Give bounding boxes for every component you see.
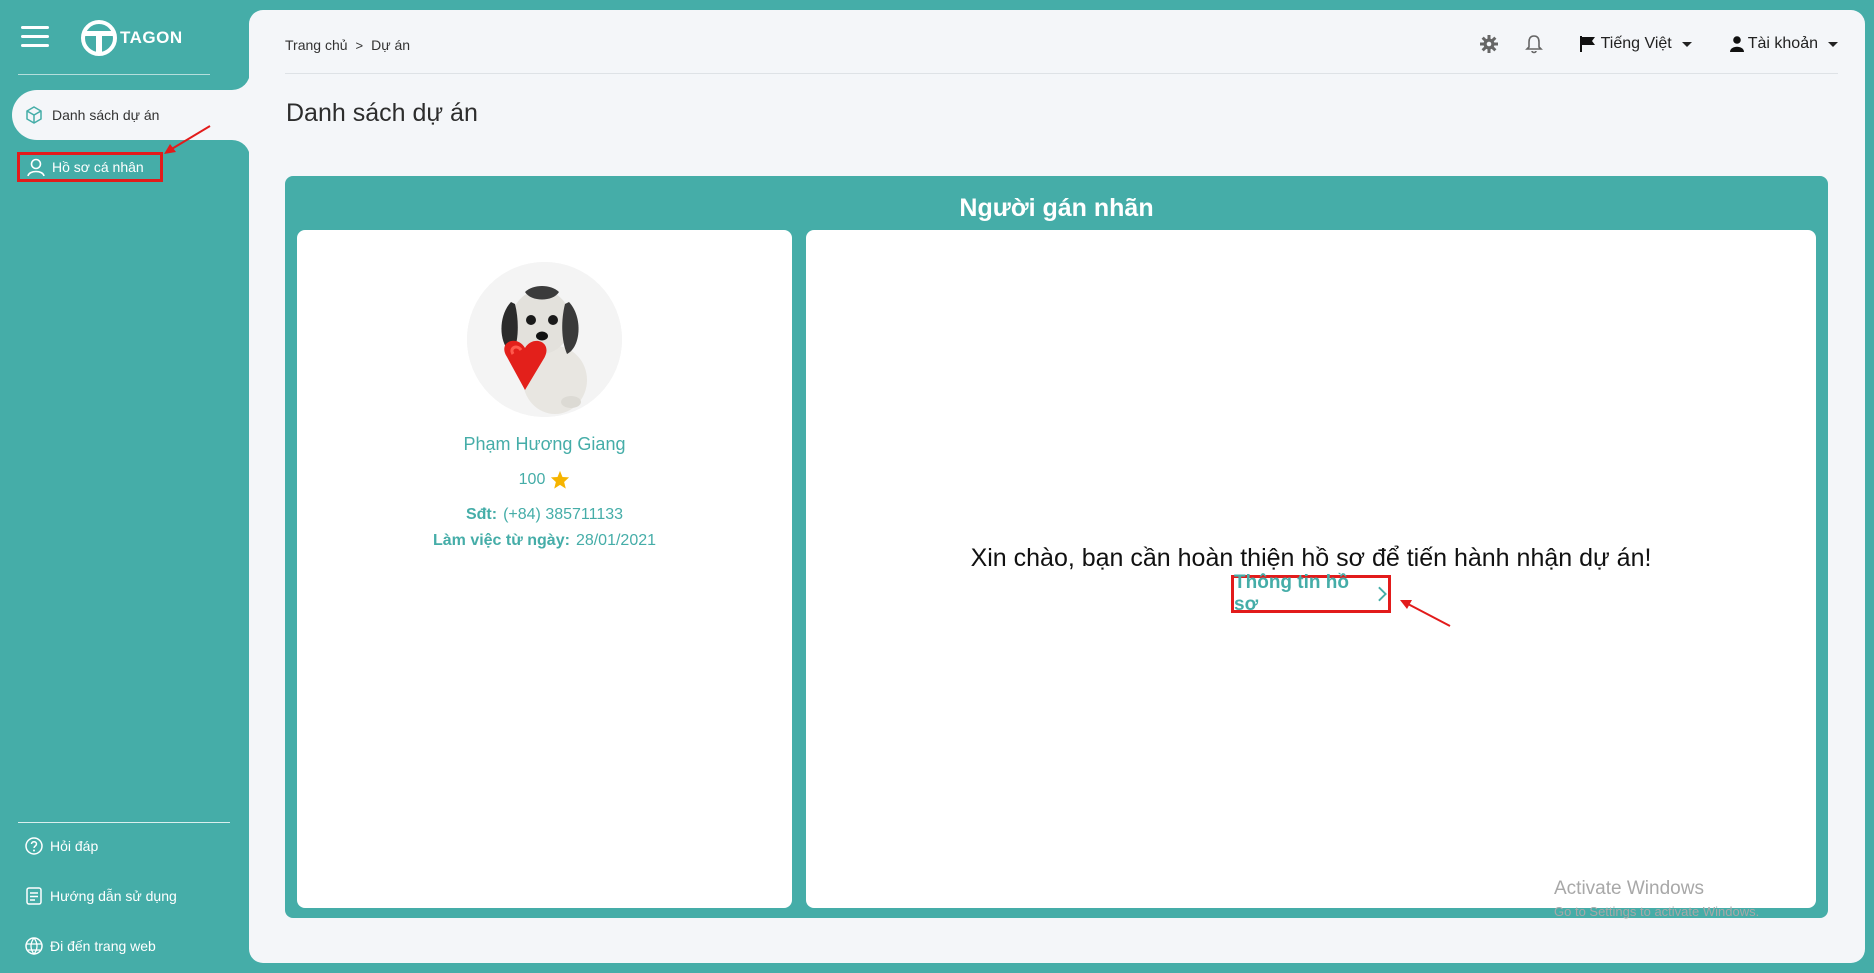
since-value: 28/01/2021: [575, 532, 657, 549]
profile-score: 100: [297, 470, 792, 489]
profile-phone-row: Sđt: (+84) 385711133: [297, 506, 792, 524]
globe-icon: [25, 937, 43, 956]
sidebar-footer-label: Hướng dẫn sử dụng: [50, 888, 177, 904]
annotation-arrow-sidebar: [164, 125, 211, 154]
top-right-controls: Tiếng Việt Tài khoản: [1479, 34, 1838, 54]
sidebar-item-website[interactable]: Đi đến trang web: [24, 936, 156, 956]
nav-curve-bottom: [210, 140, 250, 160]
sidebar-divider: [18, 822, 230, 823]
windows-activation-watermark: Activate Windows Go to Settings to activ…: [1554, 878, 1759, 919]
phone-value: (+84) 385711133: [503, 506, 624, 523]
page-title: Danh sách dự án: [286, 99, 478, 127]
labeler-card: Người gán nhãn Phạm Hương Giang 100 Sđt:…: [285, 176, 1828, 918]
sidebar-item-label: Danh sách dự án: [52, 107, 160, 123]
score-value: 100: [518, 470, 546, 488]
phone-label: Sđt:: [465, 506, 498, 523]
language-label: Tiếng Việt: [1600, 35, 1672, 52]
sidebar-item-user-guide[interactable]: Hướng dẫn sử dụng: [24, 886, 177, 906]
gear-icon[interactable]: [1479, 34, 1499, 54]
watermark-subtitle: Go to Settings to activate Windows.: [1554, 904, 1760, 919]
welcome-message: Xin chào, bạn cần hoàn thiện hồ sơ để ti…: [970, 544, 1652, 572]
nav-curve-top: [210, 70, 250, 90]
breadcrumb-home[interactable]: Trang chủ: [285, 37, 348, 53]
cube-icon: [26, 106, 42, 124]
language-dropdown[interactable]: Tiếng Việt: [1579, 35, 1692, 53]
card-title: Người gán nhãn: [959, 194, 1154, 222]
sidebar-item-faq[interactable]: Hỏi đáp: [24, 836, 98, 856]
sidebar-item-profile[interactable]: Hồ sơ cá nhân: [17, 152, 163, 182]
account-dropdown[interactable]: Tài khoản: [1729, 35, 1838, 53]
breadcrumb-current: Dự án: [371, 37, 411, 53]
hamburger-menu-icon[interactable]: [21, 26, 49, 50]
user-icon: [1729, 36, 1744, 52]
profile-since-row: Làm việc từ ngày: 28/01/2021: [297, 532, 792, 550]
annotation-arrow-link: [1400, 600, 1451, 627]
document-icon: [26, 887, 42, 905]
bell-icon[interactable]: [1524, 34, 1543, 54]
star-icon: [551, 470, 570, 489]
sidebar-item-label: Hồ sơ cá nhân: [52, 159, 144, 175]
since-label: Làm việc từ ngày:: [432, 532, 570, 549]
chevron-right-icon: [1378, 586, 1388, 602]
avatar: [467, 262, 622, 417]
logo-text: TAGON: [120, 28, 183, 47]
puppy-with-heart-image: [467, 262, 622, 417]
flag-icon: [1579, 36, 1595, 52]
profile-name: Phạm Hương Giang: [463, 434, 626, 454]
caret-down-icon: [1681, 41, 1692, 47]
sidebar-divider: [18, 74, 230, 75]
main-panel: Trang chủ > Dự án Tiếng Việt Tài khoản D…: [249, 10, 1865, 963]
welcome-panel: Xin chào, bạn cần hoàn thiện hồ sơ để ti…: [806, 230, 1816, 908]
question-circle-icon: [25, 837, 43, 855]
caret-down-icon: [1828, 41, 1838, 47]
profile-info-link[interactable]: Thông tin hồ sơ: [1231, 572, 1391, 615]
watermark-title: Activate Windows: [1554, 878, 1704, 899]
chevron-right-icon: >: [355, 37, 364, 53]
sidebar-footer-label: Hỏi đáp: [50, 838, 99, 854]
account-label: Tài khoản: [1747, 35, 1818, 52]
user-icon: [27, 158, 45, 177]
top-bar: Trang chủ > Dự án Tiếng Việt Tài khoản: [285, 10, 1838, 74]
tagon-logo-icon: [81, 20, 117, 56]
sidebar-footer-label: Đi đến trang web: [50, 938, 156, 954]
sidebar: TAGON Danh sách dự án Hồ sơ cá nhân Hỏi …: [0, 0, 250, 973]
profile-panel: Phạm Hương Giang 100 Sđt: (+84) 385711133…: [297, 230, 792, 908]
profile-info-link-label: Thông tin hồ sơ: [1234, 572, 1350, 615]
breadcrumb: Trang chủ > Dự án: [285, 37, 410, 53]
logo[interactable]: TAGON: [80, 18, 183, 58]
